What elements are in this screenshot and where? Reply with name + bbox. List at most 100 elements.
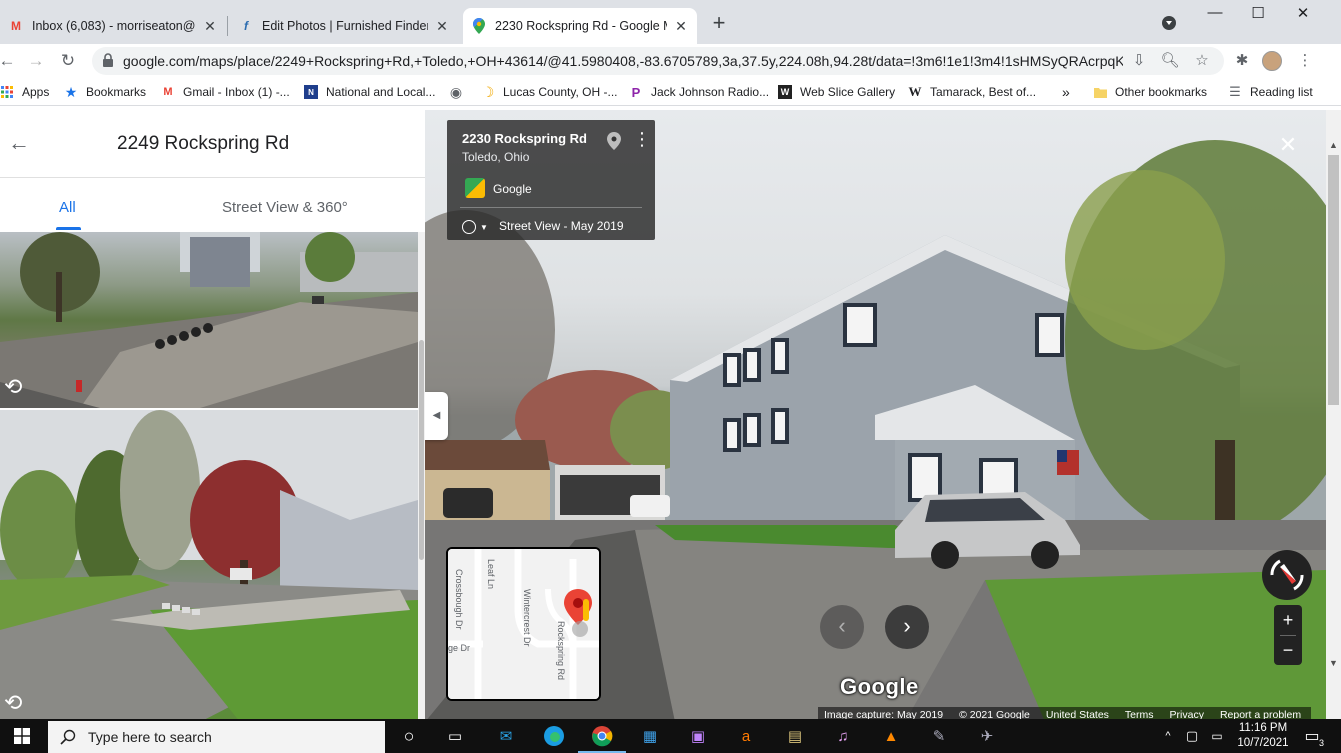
folder-icon: [1093, 85, 1107, 99]
menu-kebab-icon[interactable]: ⋮: [1295, 52, 1315, 72]
edge-icon[interactable]: [542, 724, 566, 748]
close-icon[interactable]: ✕: [434, 18, 450, 35]
tab-gmail[interactable]: M Inbox (6,083) - morriseaton@gm ✕: [0, 8, 226, 44]
sv-provider[interactable]: Google: [493, 182, 532, 196]
chevron-down-icon[interactable]: ▼: [480, 223, 488, 232]
maximize-button[interactable]: ☐: [1238, 4, 1278, 28]
tab-furnished-finder[interactable]: f Edit Photos | Furnished Finder ✕: [230, 8, 458, 44]
bookmark-gmail[interactable]: M Gmail - Inbox (1) -...: [161, 83, 290, 101]
bookmark-label: Reading list: [1250, 85, 1313, 99]
address-bar[interactable]: google.com/maps/place/2249+Rockspring+Rd…: [92, 47, 1224, 75]
compass-icon[interactable]: [1262, 550, 1312, 600]
sv-address[interactable]: 2230 Rockspring Rd: [462, 131, 587, 146]
close-icon[interactable]: ✕: [673, 18, 689, 35]
mini-map[interactable]: Leaf Ln Crossbough Dr Wintercrest Dr Roc…: [446, 547, 601, 701]
close-window-button[interactable]: ✕: [1283, 4, 1323, 28]
sv-city: Toledo, Ohio: [462, 150, 530, 164]
tab-all[interactable]: All: [59, 199, 76, 216]
app-icon[interactable]: ✎: [927, 724, 951, 748]
back-button[interactable]: ←: [0, 50, 18, 72]
bookmarks-overflow-button[interactable]: »: [1062, 83, 1070, 101]
scroll-down-icon[interactable]: ▼: [1329, 658, 1338, 668]
cortana-icon[interactable]: ○: [397, 724, 421, 748]
page-scrollbar[interactable]: ▲ ▼: [1326, 110, 1341, 722]
other-bookmarks[interactable]: Other bookmarks: [1093, 83, 1207, 101]
bookmark-label: Gmail - Inbox (1) -...: [183, 85, 290, 99]
notification-count: 3: [1318, 738, 1324, 748]
street-photo-thumbnail[interactable]: ⟲: [0, 410, 418, 722]
page-scrollbar-thumb[interactable]: [1328, 155, 1339, 405]
install-app-icon[interactable]: ⇩: [1129, 51, 1149, 71]
bookmark-tamarack[interactable]: W Tamarack, Best of...: [908, 83, 1037, 101]
zoom-out-button[interactable]: −: [1274, 635, 1302, 665]
panel-scrollbar-thumb[interactable]: [419, 340, 424, 560]
itunes-icon[interactable]: ♫: [831, 724, 855, 748]
tab-strip: M Inbox (6,083) - morriseaton@gm ✕ f Edi…: [0, 0, 1341, 44]
reading-list-icon: ☰: [1229, 84, 1241, 99]
bookmark-jack-johnson[interactable]: P Jack Johnson Radio...: [629, 83, 769, 101]
notifications-icon[interactable]: ▭ 3: [1300, 724, 1324, 748]
bookmark-web-slice[interactable]: W Web Slice Gallery: [778, 83, 895, 101]
meet-now-icon[interactable]: ▢: [1180, 724, 1204, 748]
moon-icon: ☽: [481, 83, 495, 100]
windows-start-icon[interactable]: [14, 728, 30, 744]
bookmark-lucas-county[interactable]: ☽ Lucas County, OH -...: [481, 83, 618, 101]
collapse-panel-button[interactable]: ◀: [425, 392, 448, 440]
history-clock-icon[interactable]: [462, 220, 476, 234]
tab-search-dropdown-icon[interactable]: [1162, 16, 1176, 30]
previous-image-button[interactable]: ‹: [820, 605, 864, 649]
google-maps-icon: [471, 18, 487, 34]
search-placeholder: Type here to search: [88, 729, 212, 745]
browser-toolbar: ← → ↻ google.com/maps/place/2249+Rockspr…: [0, 44, 1341, 78]
street-photo-thumbnail[interactable]: ⟲: [0, 232, 418, 408]
globe-icon: ◉: [449, 83, 463, 100]
street-view-viewer[interactable]: ◀ 2230 Rockspring Rd Toledo, Ohio ⋮ Goog…: [425, 110, 1326, 722]
extensions-puzzle-icon[interactable]: ✱: [1232, 52, 1252, 72]
photo-tabs: All Street View & 360°: [0, 179, 425, 231]
tab-separator: [227, 16, 228, 36]
tab-label: Edit Photos | Furnished Finder: [262, 19, 428, 33]
app-icon[interactable]: ✈: [975, 724, 999, 748]
bookmark-label: Jack Johnson Radio...: [651, 85, 770, 99]
more-options-icon[interactable]: ⋮: [633, 130, 651, 148]
lock-icon[interactable]: [102, 53, 114, 67]
bookmark-globe[interactable]: ◉: [449, 83, 471, 101]
bookmark-star-icon[interactable]: ☆: [1192, 51, 1212, 71]
bookmark-bookmarks[interactable]: ★ Bookmarks: [64, 83, 146, 101]
zoom-in-button[interactable]: +: [1274, 605, 1302, 635]
tab-street-view-360[interactable]: Street View & 360°: [222, 199, 348, 216]
calculator-icon[interactable]: ▦: [638, 724, 662, 748]
new-tab-button[interactable]: +: [708, 12, 730, 34]
avast-icon[interactable]: a: [734, 724, 758, 748]
scroll-up-icon[interactable]: ▲: [1329, 140, 1338, 150]
task-view-icon[interactable]: ▭: [443, 724, 467, 748]
reload-button[interactable]: ↻: [57, 50, 79, 72]
vlc-icon[interactable]: ▲: [879, 724, 903, 748]
forward-button[interactable]: →: [25, 50, 47, 72]
url-text[interactable]: google.com/maps/place/2249+Rockspring+Rd…: [123, 53, 1123, 69]
star-icon: ★: [64, 83, 78, 100]
tab-google-maps[interactable]: 2230 Rockspring Rd - Google Ma ✕: [463, 8, 697, 44]
bookmark-national-local[interactable]: N National and Local...: [304, 83, 435, 101]
paint-icon[interactable]: ▣: [686, 724, 710, 748]
panel-scrollbar[interactable]: [418, 232, 425, 722]
close-icon[interactable]: ✕: [202, 18, 218, 35]
reading-list[interactable]: ☰ Reading list: [1228, 83, 1313, 101]
files-icon[interactable]: ▤: [783, 724, 807, 748]
taskbar-search-box[interactable]: Type here to search: [48, 721, 385, 753]
taskbar-clock[interactable]: 11:16 PM 10/7/2021: [1228, 721, 1298, 751]
close-icon[interactable]: ✕: [1277, 134, 1299, 156]
chrome-icon[interactable]: [578, 724, 626, 753]
back-arrow-icon[interactable]: ←: [8, 132, 30, 154]
show-hidden-icons-icon[interactable]: ^: [1156, 724, 1180, 748]
battery-icon[interactable]: ▭: [1205, 724, 1229, 748]
zoom-icon[interactable]: 🔍︎: [1160, 51, 1180, 71]
avatar[interactable]: [1262, 51, 1282, 71]
web-slice-icon: W: [778, 85, 792, 99]
mail-app-icon[interactable]: ✉: [494, 724, 518, 748]
location-pin-icon[interactable]: [607, 132, 621, 150]
bookmark-apps[interactable]: Apps: [0, 83, 49, 101]
next-image-button[interactable]: ›: [885, 605, 929, 649]
furnished-finder-icon: f: [244, 19, 248, 33]
minimize-button[interactable]: —: [1195, 4, 1235, 28]
